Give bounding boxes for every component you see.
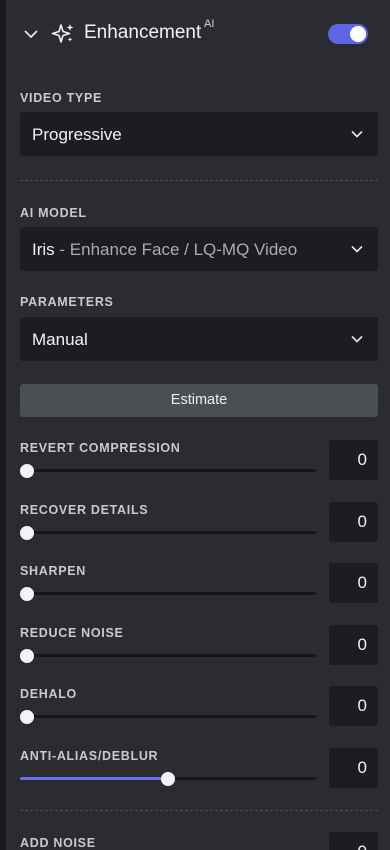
add-noise-label: ADD NOISE	[20, 836, 96, 850]
revert-compression-value-input[interactable]: 0	[329, 440, 378, 480]
parameters-select[interactable]: Manual	[20, 317, 378, 361]
dehalo-value-input[interactable]: 0	[329, 686, 378, 726]
panel-title: Enhancement	[84, 22, 202, 43]
estimate-button[interactable]: Estimate	[20, 384, 378, 417]
video-type-value: Progressive	[32, 125, 122, 144]
dehalo-slider-thumb[interactable]	[20, 710, 34, 724]
enhancement-toggle[interactable]	[328, 24, 368, 44]
revert-compression-slider-track[interactable]	[20, 469, 316, 472]
parameters-value: Manual	[32, 330, 88, 349]
recover-details-label: RECOVER DETAILS	[20, 503, 149, 517]
ai-model-label: AI MODEL	[20, 206, 87, 220]
chevron-down-icon	[351, 245, 363, 253]
anti-alias-deblur-label: ANTI-ALIAS/DEBLUR	[20, 749, 159, 763]
anti-alias-deblur-slider-thumb[interactable]	[161, 772, 175, 786]
dehalo-slider-track[interactable]	[20, 715, 316, 718]
enhancement-panel: Enhancement AI VIDEO TYPE Progressive AI…	[6, 0, 390, 850]
ai-model-name: Iris	[32, 240, 55, 259]
recover-details-slider-thumb[interactable]	[20, 526, 34, 540]
chevron-down-icon	[351, 130, 363, 138]
toggle-knob	[350, 26, 366, 42]
reduce-noise-slider-thumb[interactable]	[20, 649, 34, 663]
revert-compression-slider-thumb[interactable]	[20, 464, 34, 478]
reduce-noise-slider-track[interactable]	[20, 654, 316, 657]
revert-compression-label: REVERT COMPRESSION	[20, 441, 181, 455]
sparkle-icon	[51, 24, 74, 43]
chevron-down-icon	[351, 335, 363, 343]
anti-alias-deblur-slider-fill	[20, 777, 168, 780]
recover-details-value-input[interactable]: 0	[329, 502, 378, 542]
video-type-select[interactable]: Progressive	[20, 112, 378, 156]
reduce-noise-value-input[interactable]: 0	[329, 625, 378, 665]
panel-header: Enhancement AI	[6, 0, 390, 68]
recover-details-slider-track[interactable]	[20, 531, 316, 534]
sharpen-label: SHARPEN	[20, 564, 87, 578]
section-divider	[20, 180, 378, 181]
parameters-label: PARAMETERS	[20, 295, 114, 309]
chevron-down-icon[interactable]	[22, 25, 40, 43]
ai-model-separator: -	[54, 240, 70, 259]
ai-model-value: Iris - Enhance Face / LQ-MQ Video	[32, 240, 297, 260]
sharpen-slider-track[interactable]	[20, 592, 316, 595]
ai-model-select[interactable]: Iris - Enhance Face / LQ-MQ Video	[20, 227, 378, 271]
anti-alias-deblur-value-input[interactable]: 0	[329, 748, 378, 788]
dehalo-label: DEHALO	[20, 687, 77, 701]
ai-model-description: Enhance Face / LQ-MQ Video	[69, 240, 298, 259]
reduce-noise-label: REDUCE NOISE	[20, 626, 124, 640]
sharpen-value-input[interactable]: 0	[329, 563, 378, 603]
video-type-label: VIDEO TYPE	[20, 91, 103, 105]
add-noise-value[interactable]: 0	[329, 832, 378, 850]
sharpen-slider-thumb[interactable]	[20, 587, 34, 601]
ai-badge: AI	[204, 18, 215, 30]
section-divider	[20, 810, 378, 811]
